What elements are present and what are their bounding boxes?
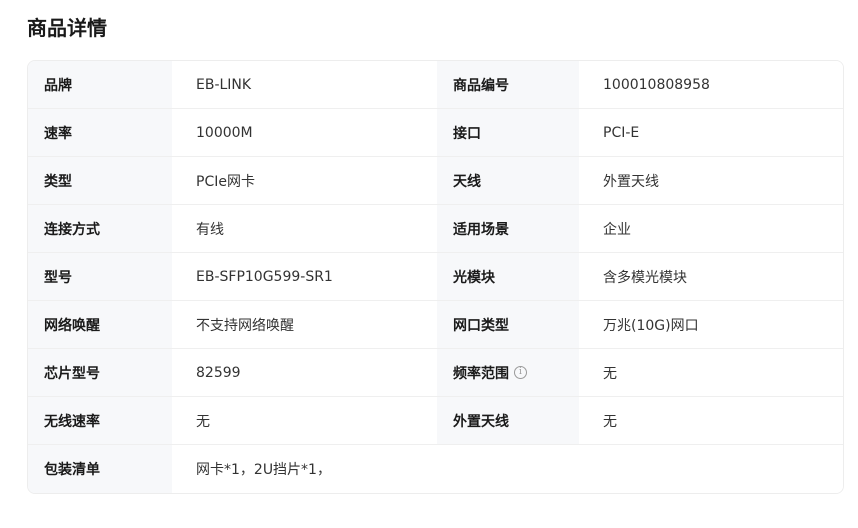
spec-label: 外置天线 — [437, 397, 579, 444]
spec-value: 含多模光模块 — [579, 253, 843, 300]
spec-value: 无 — [579, 349, 843, 396]
package-label: 包装清单 — [28, 445, 172, 493]
spec-label: 芯片型号 — [28, 349, 172, 396]
spec-row: 连接方式 有线 适用场景 企业 — [28, 205, 843, 253]
spec-value: 无 — [579, 397, 843, 444]
spec-value: 不支持网络唤醒 — [172, 301, 437, 348]
package-value: 网卡*1，2U挡片*1， — [172, 445, 843, 493]
spec-value: 10000M — [172, 109, 437, 156]
spec-row: 速率 10000M 接口 PCI-E — [28, 109, 843, 157]
spec-row: 芯片型号 82599 频率范围 i 无 — [28, 349, 843, 397]
spec-value: 有线 — [172, 205, 437, 252]
page-title: 商品详情 — [27, 16, 107, 40]
package-row: 包装清单 网卡*1，2U挡片*1， — [28, 445, 843, 493]
spec-row: 无线速率 无 外置天线 无 — [28, 397, 843, 445]
spec-label: 型号 — [28, 253, 172, 300]
spec-value: EB-LINK — [172, 61, 437, 108]
spec-value: 外置天线 — [579, 157, 843, 204]
spec-value: PCI-E — [579, 109, 843, 156]
spec-row: 网络唤醒 不支持网络唤醒 网口类型 万兆(10G)网口 — [28, 301, 843, 349]
spec-row: 品牌 EB-LINK 商品编号 100010808958 — [28, 61, 843, 109]
spec-label: 网口类型 — [437, 301, 579, 348]
spec-label-text: 频率范围 — [453, 365, 509, 382]
spec-label: 天线 — [437, 157, 579, 204]
spec-value: 企业 — [579, 205, 843, 252]
spec-label: 适用场景 — [437, 205, 579, 252]
spec-value: PCIe网卡 — [172, 157, 437, 204]
spec-value: 100010808958 — [579, 61, 843, 108]
spec-label: 品牌 — [28, 61, 172, 108]
spec-table: 品牌 EB-LINK 商品编号 100010808958 速率 10000M 接… — [27, 60, 844, 494]
spec-label: 类型 — [28, 157, 172, 204]
spec-value: 无 — [172, 397, 437, 444]
spec-row: 型号 EB-SFP10G599-SR1 光模块 含多模光模块 — [28, 253, 843, 301]
spec-label: 速率 — [28, 109, 172, 156]
spec-label: 无线速率 — [28, 397, 172, 444]
spec-value: 万兆(10G)网口 — [579, 301, 843, 348]
spec-label: 商品编号 — [437, 61, 579, 108]
spec-label-with-info: 频率范围 i — [437, 349, 579, 396]
info-circle-icon[interactable]: i — [514, 366, 527, 379]
spec-label: 光模块 — [437, 253, 579, 300]
spec-value: 82599 — [172, 349, 437, 396]
spec-label: 连接方式 — [28, 205, 172, 252]
spec-value: EB-SFP10G599-SR1 — [172, 253, 437, 300]
spec-label: 接口 — [437, 109, 579, 156]
spec-row: 类型 PCIe网卡 天线 外置天线 — [28, 157, 843, 205]
spec-label: 网络唤醒 — [28, 301, 172, 348]
